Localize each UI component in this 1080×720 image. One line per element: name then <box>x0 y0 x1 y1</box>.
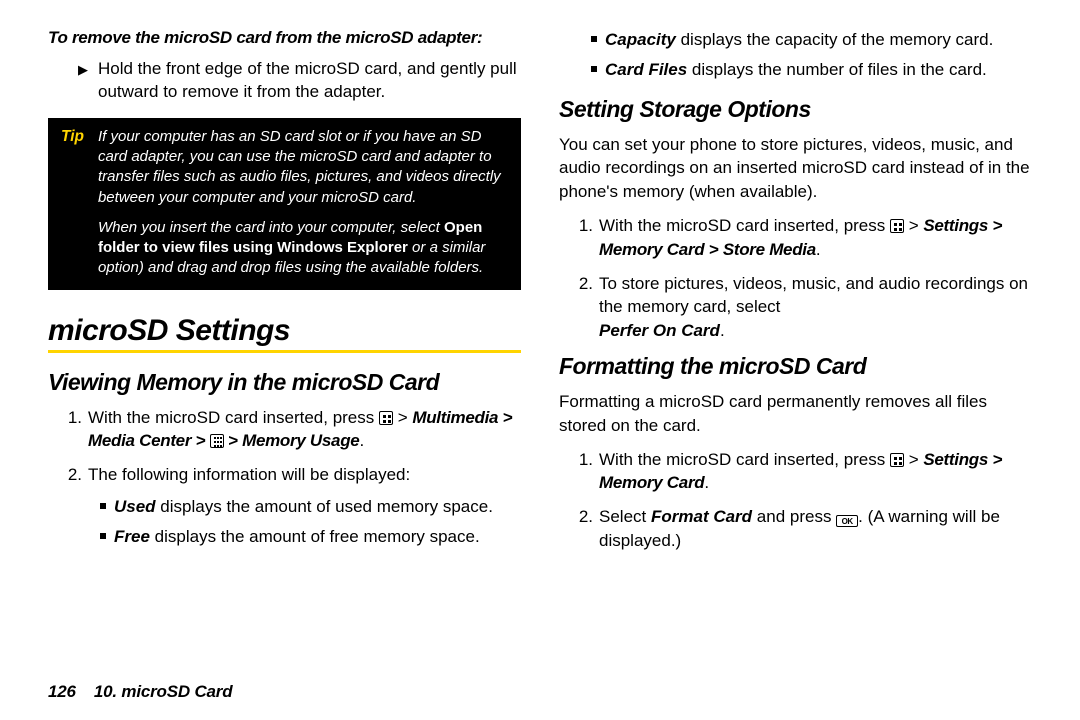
gt: > <box>904 216 923 235</box>
step-number: 2. <box>575 505 593 553</box>
subheading-viewing-memory: Viewing Memory in the microSD Card <box>48 369 521 396</box>
manual-page: To remove the microSD card from the micr… <box>0 0 1080 720</box>
step-number: 1. <box>64 406 82 454</box>
label: Used <box>114 497 156 516</box>
text: The following information will be displa… <box>88 465 410 484</box>
remove-lead: To remove the microSD card from the micr… <box>48 28 521 48</box>
chapter-title: 10. microSD Card <box>94 682 233 701</box>
label: Capacity <box>605 30 676 49</box>
gt: > <box>904 450 923 469</box>
info-capacity: Capacity displays the capacity of the me… <box>591 28 1032 52</box>
option: Perfer On Card <box>599 321 720 340</box>
info-list: Used displays the amount of used memory … <box>88 495 521 549</box>
storage-step-1: 1. With the microSD card inserted, press… <box>575 214 1032 262</box>
info-card-files: Card Files displays the number of files … <box>591 58 1032 82</box>
viewing-steps: 1. With the microSD card inserted, press… <box>48 406 521 555</box>
dot: . <box>720 321 725 340</box>
text: With the microSD card inserted, press <box>599 450 890 469</box>
info-free: Free displays the amount of free memory … <box>100 525 521 549</box>
step-body: The following information will be displa… <box>88 463 521 554</box>
step-number: 2. <box>575 272 593 343</box>
section-heading-microsd-settings: microSD Settings <box>48 314 521 353</box>
menu-icon <box>379 411 393 425</box>
triangle-bullet-icon: ▶ <box>78 61 88 104</box>
menu-icon <box>890 219 904 233</box>
step-body: Select Format Card and press . (A warnin… <box>599 505 1032 553</box>
left-column: To remove the microSD card from the micr… <box>48 28 521 668</box>
remove-step: ▶ Hold the front edge of the microSD car… <box>48 58 521 104</box>
storage-steps: 1. With the microSD card inserted, press… <box>559 214 1032 343</box>
tip-paragraph-2: When you insert the card into your compu… <box>98 218 508 279</box>
step-body: With the microSD card inserted, press > … <box>88 406 521 454</box>
format-steps: 1. With the microSD card inserted, press… <box>559 448 1032 553</box>
two-column-layout: To remove the microSD card from the micr… <box>48 28 1032 668</box>
page-number: 126 <box>48 682 76 701</box>
tip-box: Tip If your computer has an SD card slot… <box>48 118 521 290</box>
subheading-formatting: Formatting the microSD Card <box>559 353 1032 380</box>
path-b: > Memory Usage <box>224 431 360 450</box>
dot: . <box>816 240 821 259</box>
desc: displays the amount of free memory space… <box>150 527 480 546</box>
menu-icon <box>890 453 904 467</box>
step-body: With the microSD card inserted, press > … <box>599 448 1032 496</box>
step-number: 2. <box>64 463 82 554</box>
format-step-2: 2. Select Format Card and press . (A war… <box>575 505 1032 553</box>
tip-paragraph-1: If your computer has an SD card slot or … <box>98 127 508 208</box>
gt: > <box>393 408 412 427</box>
tip-body: If your computer has an SD card slot or … <box>98 127 508 279</box>
option: Format Card <box>651 507 752 526</box>
page-footer: 126 10. microSD Card <box>48 682 1032 702</box>
info-list-cont: Capacity displays the capacity of the me… <box>559 28 1032 82</box>
step-body: With the microSD card inserted, press > … <box>599 214 1032 262</box>
text: Select <box>599 507 651 526</box>
format-step-1: 1. With the microSD card inserted, press… <box>575 448 1032 496</box>
viewing-step-1: 1. With the microSD card inserted, press… <box>64 406 521 454</box>
storage-step-2: 2. To store pictures, videos, music, and… <box>575 272 1032 343</box>
info-used: Used displays the amount of used memory … <box>100 495 521 519</box>
text: To store pictures, videos, music, and au… <box>599 274 1028 317</box>
step-number: 1. <box>575 214 593 262</box>
remove-step-text: Hold the front edge of the microSD card,… <box>98 58 521 104</box>
subheading-storage-options: Setting Storage Options <box>559 96 1032 123</box>
text: With the microSD card inserted, press <box>599 216 890 235</box>
text: With the microSD card inserted, press <box>88 408 379 427</box>
desc: displays the amount of used memory space… <box>156 497 493 516</box>
storage-intro: You can set your phone to store pictures… <box>559 133 1032 204</box>
viewing-step-2: 2. The following information will be dis… <box>64 463 521 554</box>
right-column: Capacity displays the capacity of the me… <box>559 28 1032 668</box>
label: Card Files <box>605 60 687 79</box>
ok-button-icon <box>836 515 858 527</box>
desc: displays the capacity of the memory card… <box>676 30 993 49</box>
tip-p2-a: When you insert the card into your compu… <box>98 219 444 236</box>
text: and press <box>752 507 836 526</box>
tip-label: Tip <box>61 127 84 279</box>
step-body: To store pictures, videos, music, and au… <box>599 272 1032 343</box>
format-intro: Formatting a microSD card permanently re… <box>559 390 1032 438</box>
label: Free <box>114 527 150 546</box>
desc: displays the number of files in the card… <box>687 60 987 79</box>
apps-icon <box>210 434 224 448</box>
dot: . <box>704 473 709 492</box>
step-number: 1. <box>575 448 593 496</box>
